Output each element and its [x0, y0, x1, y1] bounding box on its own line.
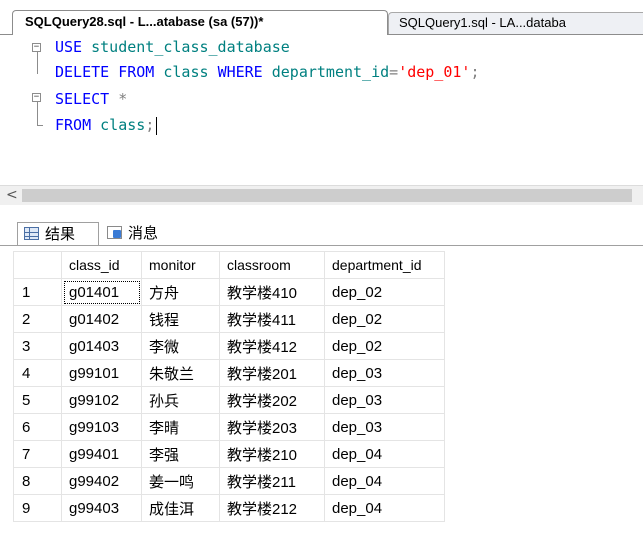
- text-caret: [156, 116, 158, 135]
- tab-sqlquery28[interactable]: SQLQuery28.sql - L...atabase (sa (57))*: [12, 10, 388, 35]
- document-tab-strip: SQLQuery28.sql - L...atabase (sa (57))* …: [0, 0, 643, 35]
- cell-class-id[interactable]: g01401: [61, 278, 142, 306]
- cell-monitor[interactable]: 李微: [141, 332, 220, 360]
- cell-department-id[interactable]: dep_02: [324, 332, 445, 360]
- editor-horizontal-scrollbar[interactable]: <: [0, 185, 643, 205]
- cell-classroom[interactable]: 教学楼210: [219, 440, 325, 468]
- code-line-4: FROM class;: [55, 113, 158, 137]
- cell-class-id[interactable]: g99401: [61, 440, 142, 468]
- cell-department-id[interactable]: dep_04: [324, 467, 445, 495]
- cell-class-id[interactable]: g01403: [61, 332, 142, 360]
- table-row[interactable]: 5 g99102 孙兵 教学楼202 dep_03: [13, 386, 445, 414]
- row-number[interactable]: 5: [13, 386, 62, 414]
- table-row[interactable]: 8 g99402 姜一鸣 教学楼211 dep_04: [13, 467, 445, 495]
- cell-monitor[interactable]: 朱敬兰: [141, 359, 220, 387]
- outline-line-1: [37, 52, 38, 74]
- scroll-left-arrow-icon[interactable]: <: [6, 187, 18, 203]
- outline-line-2: [37, 102, 38, 126]
- cell-department-id[interactable]: dep_03: [324, 413, 445, 441]
- cell-department-id[interactable]: dep_04: [324, 440, 445, 468]
- row-number[interactable]: 6: [13, 413, 62, 441]
- cell-classroom[interactable]: 教学楼412: [219, 332, 325, 360]
- tab-results[interactable]: 结果: [17, 222, 99, 246]
- scrollbar-thumb[interactable]: [22, 189, 632, 202]
- cell-monitor[interactable]: 钱程: [141, 305, 220, 333]
- collapse-block-2-icon[interactable]: −: [32, 93, 41, 102]
- row-number[interactable]: 8: [13, 467, 62, 495]
- row-number[interactable]: 2: [13, 305, 62, 333]
- cell-classroom[interactable]: 教学楼202: [219, 386, 325, 414]
- cell-department-id[interactable]: dep_02: [324, 305, 445, 333]
- cell-classroom[interactable]: 教学楼411: [219, 305, 325, 333]
- table-row[interactable]: 6 g99103 李晴 教学楼203 dep_03: [13, 413, 445, 441]
- grid-header-row: class_id monitor classroom department_id: [13, 251, 445, 279]
- table-row[interactable]: 1 g01401 方舟 教学楼410 dep_02: [13, 278, 445, 306]
- cell-department-id[interactable]: dep_04: [324, 494, 445, 522]
- table-row[interactable]: 4 g99101 朱敬兰 教学楼201 dep_03: [13, 359, 445, 387]
- row-number[interactable]: 4: [13, 359, 62, 387]
- cell-classroom[interactable]: 教学楼201: [219, 359, 325, 387]
- column-header-class-id[interactable]: class_id: [61, 251, 142, 279]
- row-number[interactable]: 9: [13, 494, 62, 522]
- cell-monitor[interactable]: 李强: [141, 440, 220, 468]
- tab-results-label: 结果: [45, 225, 76, 243]
- tab-sqlquery1[interactable]: SQLQuery1.sql - LA...databa: [388, 12, 643, 35]
- row-number[interactable]: 3: [13, 332, 62, 360]
- results-pane-tabs: 结果 消息: [0, 210, 643, 246]
- results-tab-divider: [0, 245, 643, 246]
- cell-classroom[interactable]: 教学楼203: [219, 413, 325, 441]
- tab-messages[interactable]: 消息: [101, 222, 179, 246]
- cell-monitor[interactable]: 方舟: [141, 278, 220, 306]
- editor-gutter: [0, 35, 30, 185]
- results-grid-icon: [24, 227, 39, 240]
- cell-department-id[interactable]: dep_03: [324, 359, 445, 387]
- tab-messages-label: 消息: [128, 224, 159, 242]
- cell-monitor[interactable]: 成佳洱: [141, 494, 220, 522]
- code-line-3: SELECT *: [55, 90, 128, 108]
- messages-icon: [107, 226, 122, 239]
- table-row[interactable]: 9 g99403 成佳洱 教学楼212 dep_04: [13, 494, 445, 522]
- column-header-department-id[interactable]: department_id: [324, 251, 445, 279]
- table-row[interactable]: 7 g99401 李强 教学楼210 dep_04: [13, 440, 445, 468]
- cell-classroom[interactable]: 教学楼410: [219, 278, 325, 306]
- table-row[interactable]: 2 g01402 钱程 教学楼411 dep_02: [13, 305, 445, 333]
- column-header-classroom[interactable]: classroom: [219, 251, 325, 279]
- query-editor[interactable]: − − USE student_class_database DELETE FR…: [0, 35, 643, 185]
- table-row[interactable]: 3 g01403 李微 教学楼412 dep_02: [13, 332, 445, 360]
- cell-monitor[interactable]: 姜一鸣: [141, 467, 220, 495]
- cell-department-id[interactable]: dep_03: [324, 386, 445, 414]
- cell-monitor[interactable]: 李晴: [141, 413, 220, 441]
- cell-monitor[interactable]: 孙兵: [141, 386, 220, 414]
- cell-classroom[interactable]: 教学楼211: [219, 467, 325, 495]
- cell-classroom[interactable]: 教学楼212: [219, 494, 325, 522]
- cell-class-id[interactable]: g99403: [61, 494, 142, 522]
- cell-class-id[interactable]: g01402: [61, 305, 142, 333]
- results-grid[interactable]: class_id monitor classroom department_id…: [13, 251, 445, 522]
- cell-class-id[interactable]: g99101: [61, 359, 142, 387]
- cell-department-id[interactable]: dep_02: [324, 278, 445, 306]
- collapse-block-1-icon[interactable]: −: [32, 43, 41, 52]
- cell-class-id[interactable]: g99402: [61, 467, 142, 495]
- grid-corner-cell[interactable]: [13, 251, 62, 279]
- column-header-monitor[interactable]: monitor: [141, 251, 220, 279]
- row-number[interactable]: 1: [13, 278, 62, 306]
- outline-end-2: [37, 125, 43, 126]
- code-line-1: USE student_class_database: [55, 38, 290, 56]
- row-number[interactable]: 7: [13, 440, 62, 468]
- cell-class-id[interactable]: g99103: [61, 413, 142, 441]
- cell-class-id[interactable]: g99102: [61, 386, 142, 414]
- code-line-2: DELETE FROM class WHERE department_id='d…: [55, 63, 480, 81]
